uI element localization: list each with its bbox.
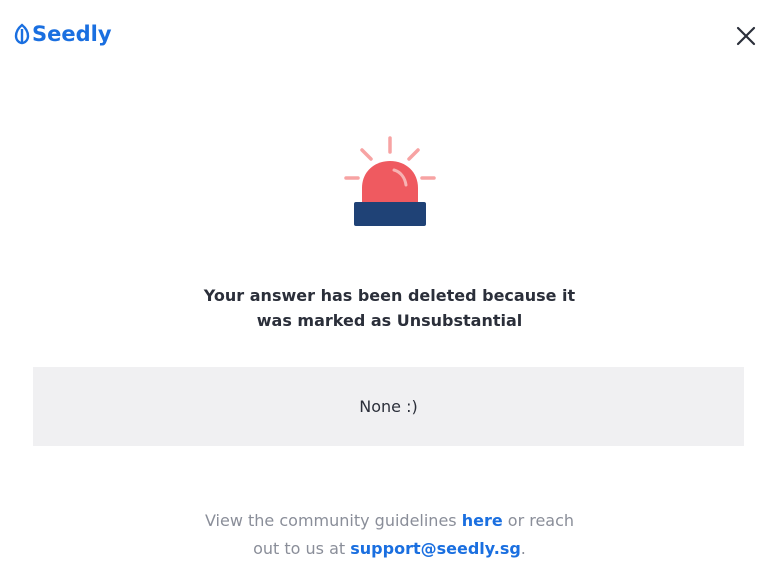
- footer-middle-1: or reach: [502, 511, 575, 530]
- support-email-link[interactable]: support@seedly.sg: [350, 539, 521, 558]
- brand-name: Seedly: [32, 22, 112, 46]
- guidelines-link[interactable]: here: [462, 511, 503, 530]
- footer-prefix: View the community guidelines: [204, 511, 462, 530]
- reason-text: None :): [359, 397, 418, 416]
- footer-line-2: out to us at support@seedly.sg.: [0, 535, 779, 563]
- notice-line-2: was marked as Unsubstantial: [256, 311, 523, 330]
- close-icon: [736, 26, 756, 46]
- footer-help-text: View the community guidelines here or re…: [0, 507, 779, 563]
- close-button[interactable]: [734, 24, 758, 48]
- seedly-leaf-icon: [14, 23, 30, 45]
- footer-middle-2: out to us at: [253, 539, 351, 558]
- siren-icon: [344, 136, 436, 226]
- deletion-notice: Your answer has been deleted because it …: [0, 283, 779, 333]
- notice-line-1: Your answer has been deleted because it: [203, 286, 576, 305]
- reason-box: None :): [33, 367, 744, 446]
- seedly-logo[interactable]: Seedly: [14, 22, 112, 46]
- footer-suffix: .: [520, 539, 526, 558]
- siren-illustration: [340, 132, 440, 237]
- footer-line-1: View the community guidelines here or re…: [0, 507, 779, 535]
